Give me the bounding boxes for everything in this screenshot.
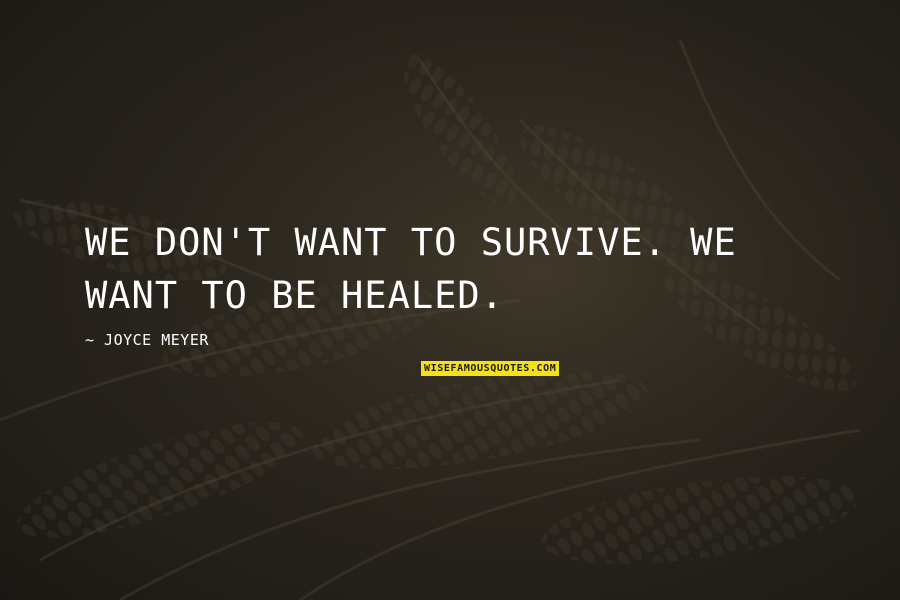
site-logo-text: WISEFAMOUSQUOTES.COM (424, 363, 557, 374)
quote-text: We don't want to survive. We want to be … (85, 221, 737, 317)
quote-author: ~ Joyce Meyer (85, 331, 209, 349)
site-logo-link[interactable]: WISEFAMOUSQUOTES.COM (421, 361, 560, 376)
quote-card: We don't want to survive. We want to be … (0, 0, 900, 600)
